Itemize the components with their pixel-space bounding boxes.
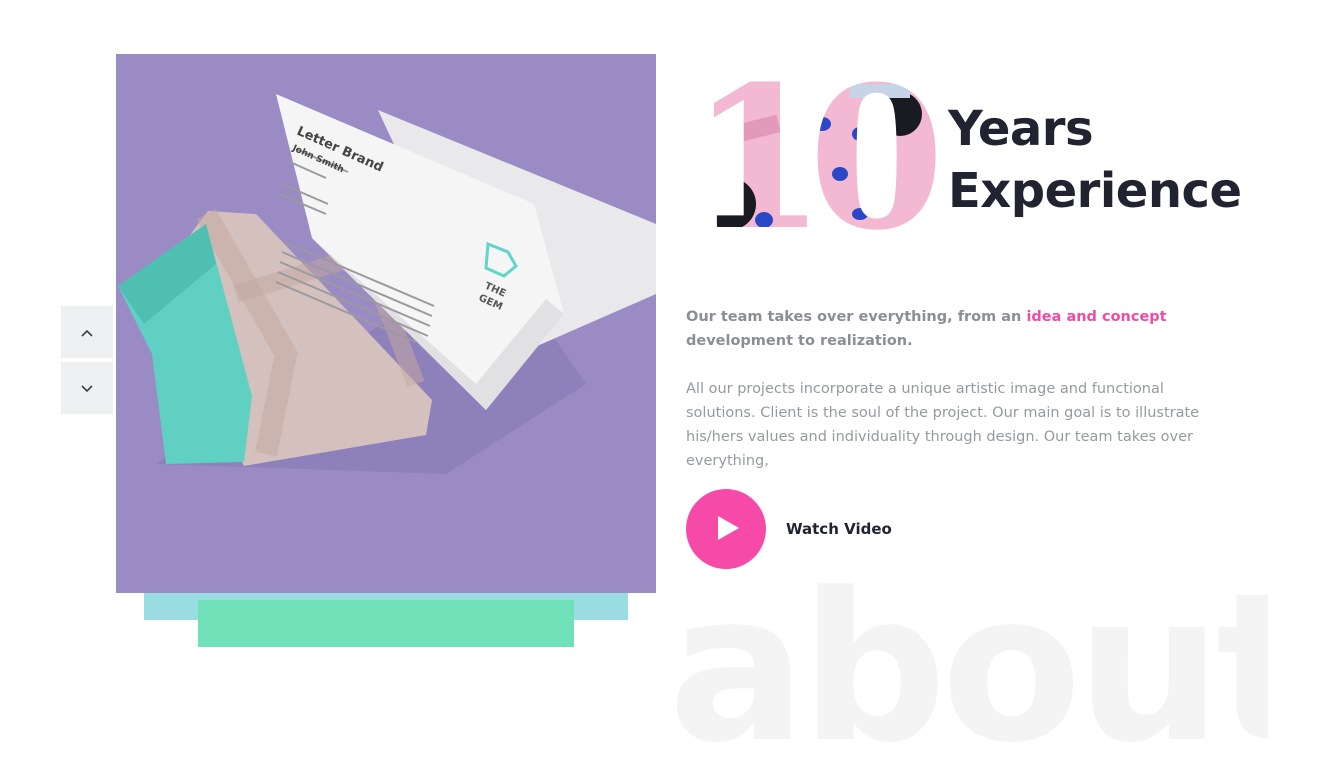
experience-title: Years Experience [948,98,1242,222]
stationery-mockup-image: Letter Brand John Smith THE GEM [116,54,656,593]
decor-bar-green [198,600,574,647]
chevron-down-icon [81,381,93,396]
experience-number: 10 [690,64,940,239]
experience-title-line2: Experience [948,163,1242,219]
lead-text-start: Our team takes over everything, from an [686,309,1027,325]
lead-text-end: development to realization. [686,333,913,349]
experience-title-line1: Years [948,101,1094,157]
slider-prev-button[interactable] [61,306,113,358]
about-watermark: about [668,555,1268,784]
chevron-up-icon [81,325,93,340]
lead-highlight: idea and concept [1026,309,1167,325]
slider-next-button[interactable] [61,362,113,414]
body-paragraph: All our projects incorporate a unique ar… [686,381,1200,469]
play-video-button[interactable] [686,489,766,569]
play-icon [712,515,740,544]
lead-paragraph: Our team takes over everything, from an … [686,305,1231,353]
watch-video-link[interactable]: Watch Video [786,519,892,539]
svg-text:10: 10 [690,64,936,239]
